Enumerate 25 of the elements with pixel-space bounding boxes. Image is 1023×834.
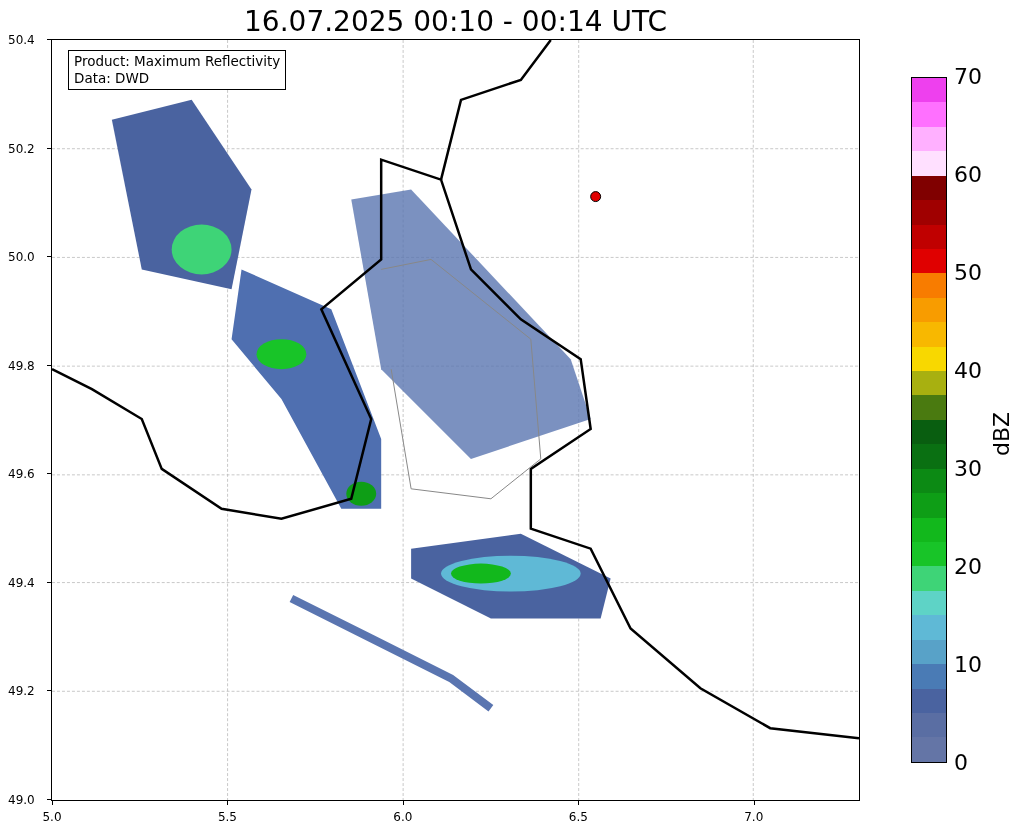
x-tick-label: 7.0 bbox=[744, 810, 764, 824]
y-tick-label: 49.0 bbox=[8, 793, 35, 807]
colorbar-tick-label: 30 bbox=[954, 457, 982, 481]
colorbar-tick-label: 60 bbox=[954, 163, 982, 187]
colorbar-tick-label: 0 bbox=[954, 751, 968, 775]
colorbar-tick-label: 40 bbox=[954, 359, 982, 383]
x-tick-label: 5.0 bbox=[42, 810, 62, 824]
colorbar-tick-label: 10 bbox=[954, 653, 982, 677]
x-tick-label: 6.0 bbox=[393, 810, 413, 824]
colorbar-tick-label: 50 bbox=[954, 261, 982, 285]
y-tick-label: 50.4 bbox=[8, 33, 35, 47]
x-tick-label: 5.5 bbox=[217, 810, 237, 824]
y-tick-label: 50.2 bbox=[8, 141, 35, 156]
info-text: Data: DWD bbox=[74, 70, 151, 87]
info-text: Product: Maximum Reflectivity bbox=[74, 53, 281, 70]
y-tick-label: 49.4 bbox=[8, 575, 35, 590]
y-tick-label: 49.6 bbox=[8, 467, 35, 482]
chart-title: 16.07.2025 00:10 - 00:14 UTC bbox=[243, 4, 668, 40]
colorbar-tick-label: 20 bbox=[954, 555, 982, 579]
y-tick-label: 50.0 bbox=[8, 250, 35, 265]
colorbar-tick-label: 70 bbox=[954, 65, 982, 89]
colorbar-label: dBZ bbox=[990, 411, 1015, 457]
y-tick-label: 49.2 bbox=[8, 684, 35, 699]
y-tick-label: 49.8 bbox=[8, 358, 35, 373]
x-tick-label: 6.5 bbox=[568, 810, 588, 824]
